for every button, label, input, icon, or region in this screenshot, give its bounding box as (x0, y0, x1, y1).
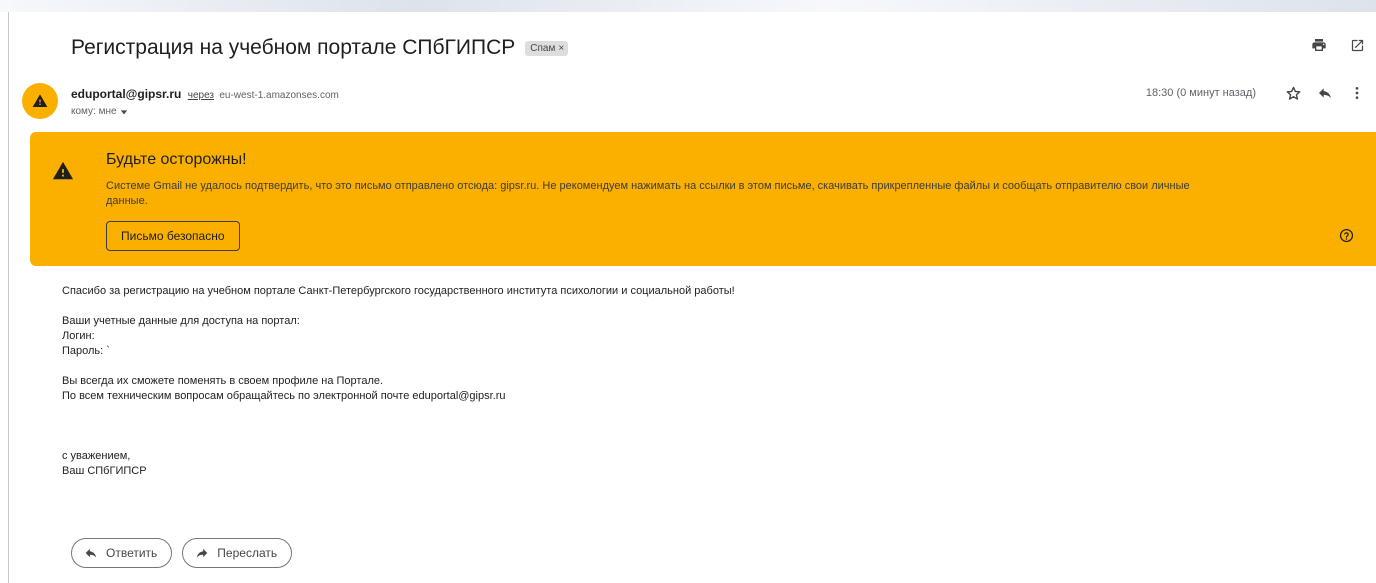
print-button[interactable] (1310, 36, 1328, 54)
left-edge-divider (8, 12, 9, 583)
body-signature: Ваш СПбГИПСР (62, 465, 147, 477)
body-thanks: Спасибо за регистрацию на учебном портал… (62, 285, 735, 297)
body-password: Пароль: ` (62, 345, 110, 357)
subject-row: Регистрация на учебном портале СПбГИПСР … (71, 34, 569, 62)
help-circle-icon[interactable] (1339, 228, 1354, 248)
star-icon (1286, 86, 1300, 100)
warning-text: Системе Gmail не удалось подтвердить, чт… (106, 180, 1190, 207)
body-regards: с уважением, (62, 450, 131, 462)
reply-icon (1319, 88, 1331, 99)
reply-action-label: Ответить (106, 546, 158, 560)
reply-icon (85, 548, 97, 558)
body-creds-intro: Ваши учетные данные для доступа на порта… (62, 315, 300, 327)
sender-line: eduportal@gipsr.ru через eu-west-1.amazo… (71, 86, 339, 104)
reply-button[interactable] (1316, 84, 1334, 102)
printer-icon (1312, 39, 1326, 51)
body-login: Логин: (62, 330, 95, 342)
top-strip (0, 0, 1376, 12)
star-button[interactable] (1284, 84, 1302, 102)
body-change-note: Вы всегда их сможете поменять в своем пр… (62, 375, 384, 387)
body-support-note: По всем техническим вопросам обращайтесь… (62, 390, 506, 402)
open-in-new-window-button[interactable] (1348, 36, 1366, 54)
email-subject: Регистрация на учебном портале СПбГИПСР (71, 36, 516, 59)
mark-safe-button[interactable]: Письмо безопасно (106, 221, 240, 251)
reply-action-button[interactable]: Ответить (71, 538, 173, 568)
more-options-button[interactable] (1348, 84, 1366, 102)
email-body: Спасибо за регистрацию на учебном портал… (62, 284, 735, 479)
warning-triangle-icon (32, 94, 48, 107)
spam-label-text: Спам (530, 42, 556, 54)
via-domain: eu-west-1.amazonses.com (219, 90, 339, 101)
open-in-new-window-icon (1351, 39, 1363, 51)
sender-avatar[interactable] (22, 83, 58, 119)
via-link[interactable]: через (188, 90, 214, 101)
spam-label[interactable]: Спам × (525, 40, 569, 56)
forward-action-label: Переслать (217, 546, 278, 560)
forward-action-button[interactable]: Переслать (182, 538, 293, 568)
message-timestamp: 18:30 (0 минут назад) (1145, 87, 1256, 99)
message-meta: 18:30 (0 минут назад) (1146, 84, 1366, 102)
warning-title: Будьте осторожны! (106, 151, 247, 168)
caret-down-icon (120, 109, 127, 114)
forward-icon (197, 548, 208, 558)
sender-name[interactable]: eduportal@gipsr.ru (71, 87, 181, 101)
remove-label-icon[interactable]: × (558, 43, 564, 54)
sender-block: eduportal@gipsr.ru через eu-west-1.amazo… (71, 86, 339, 117)
warning-triangle-icon (52, 160, 74, 187)
phishing-warning-banner: Будьте осторожны! Системе Gmail не удало… (30, 132, 1376, 266)
to-line-text: кому: мне (71, 106, 117, 117)
message-actions: Ответить Переслать (71, 538, 293, 568)
top-toolbar (1310, 36, 1366, 54)
recipient-details-toggle[interactable]: кому: мне (71, 106, 339, 117)
more-vertical-icon (1355, 87, 1359, 99)
